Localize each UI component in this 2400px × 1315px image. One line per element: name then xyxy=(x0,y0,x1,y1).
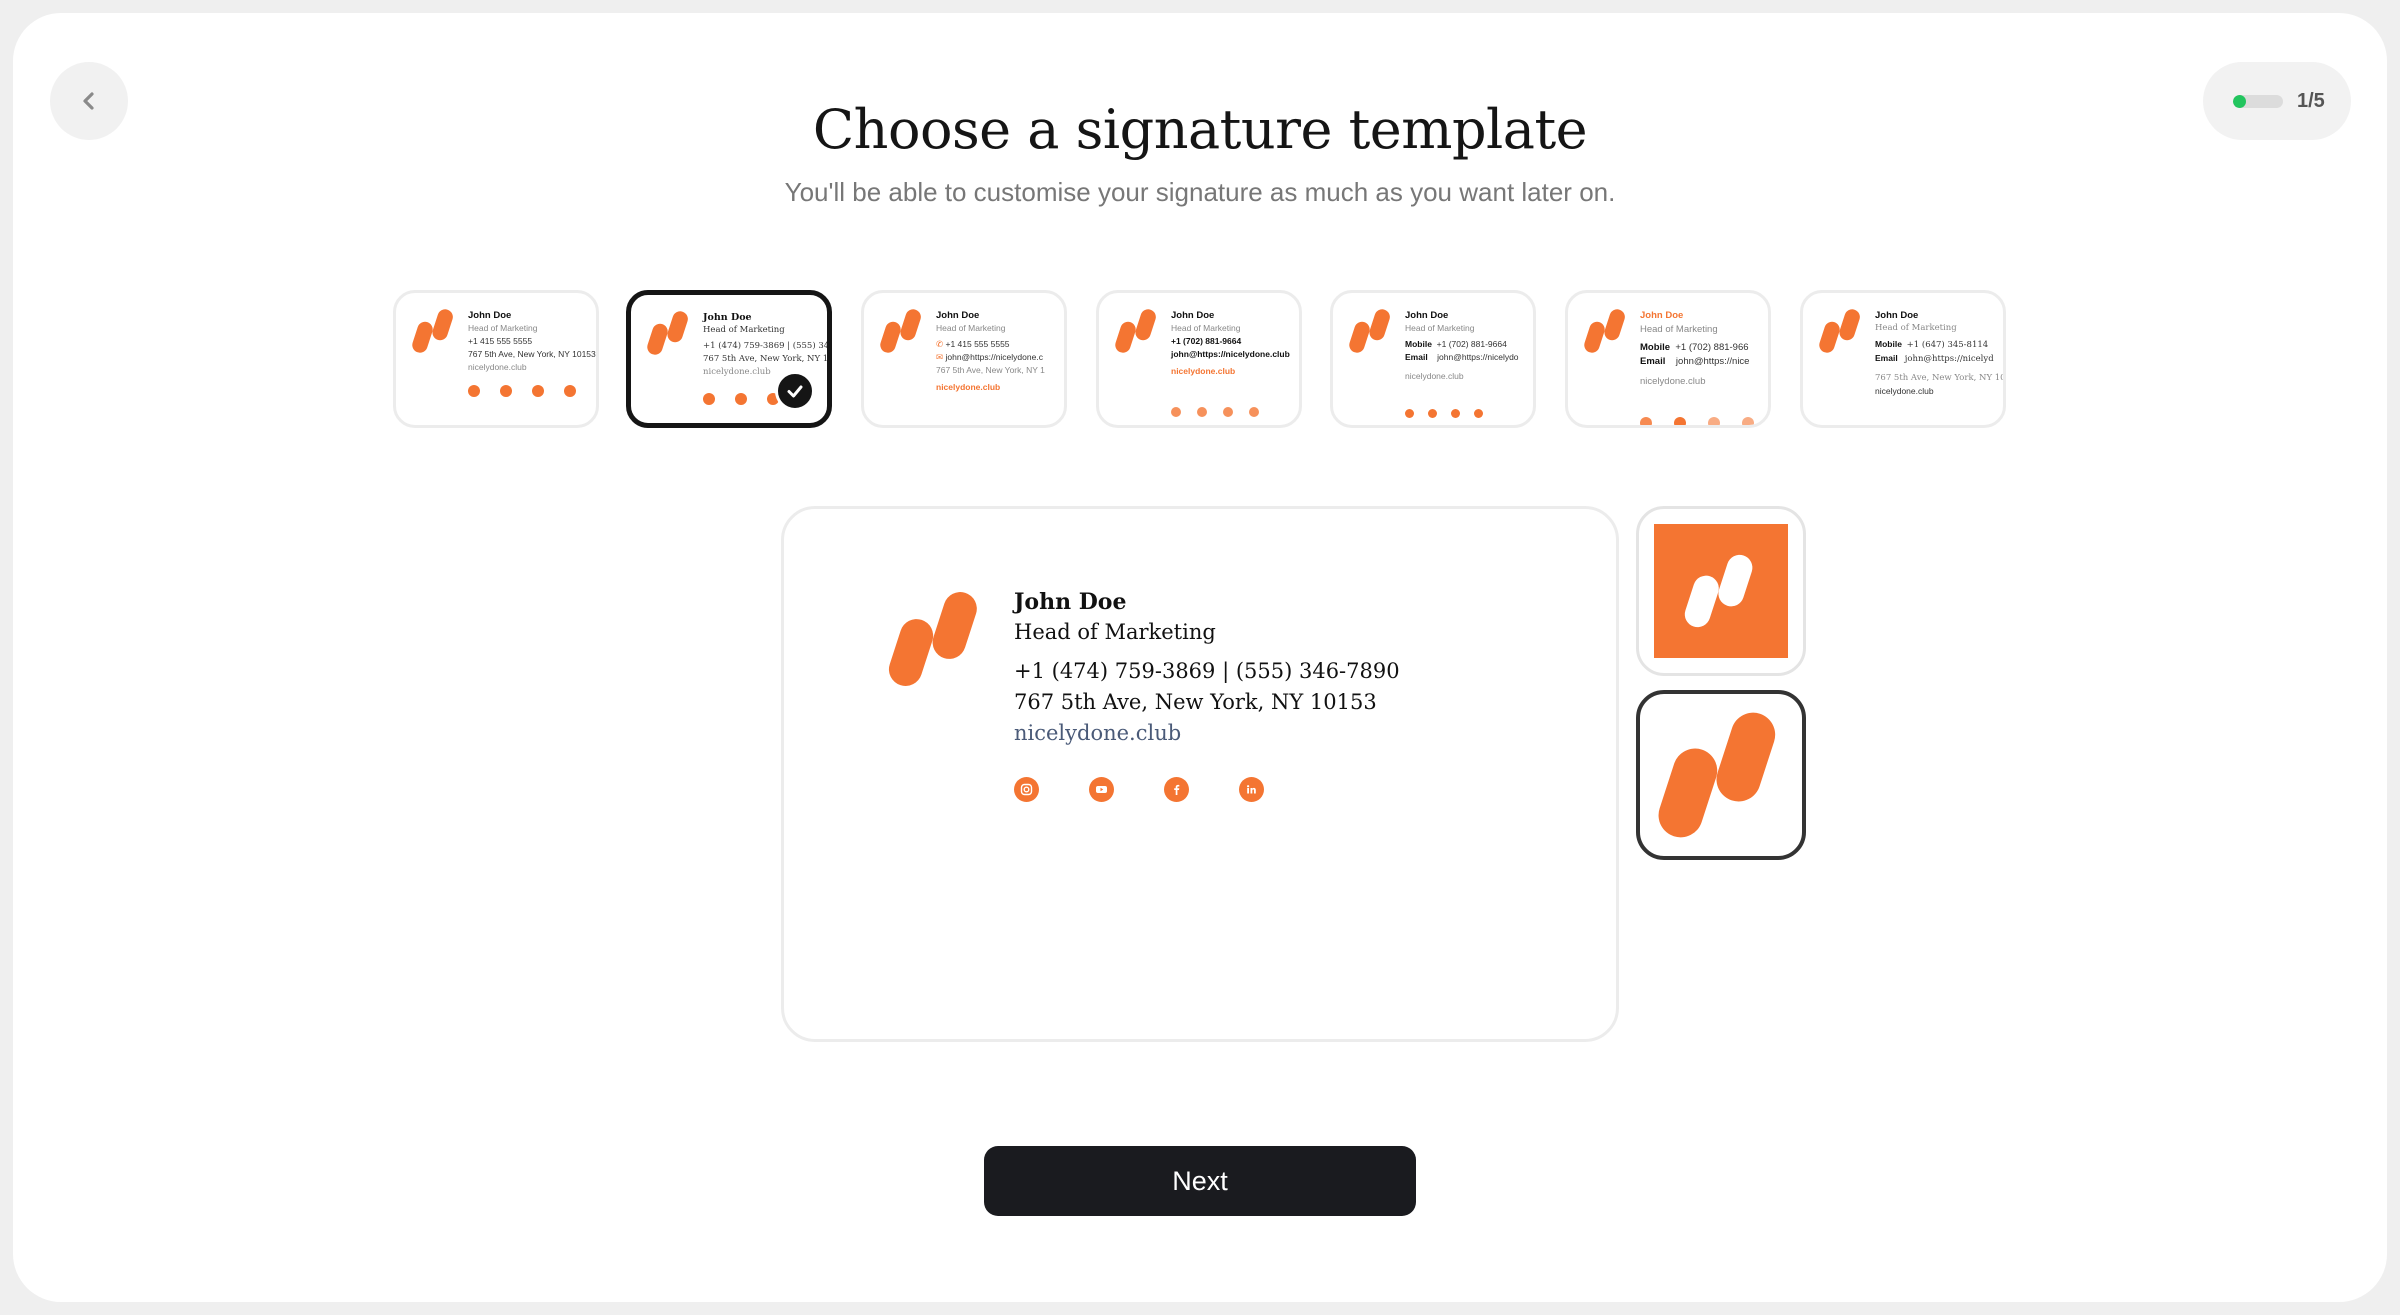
linkedin-icon[interactable] xyxy=(1239,777,1264,802)
brand-logo-icon xyxy=(1819,309,1860,353)
signature-address: 767 5th Ave, New York, NY 10153 xyxy=(1014,690,1377,714)
template-list: John Doe Head of Marketing +1 415 555 55… xyxy=(393,290,2007,428)
youtube-icon[interactable] xyxy=(1089,777,1114,802)
brand-logo-icon xyxy=(1349,309,1390,353)
logo-option-plain[interactable] xyxy=(1636,690,1806,860)
signature-text: John Doe Head of Marketing +1 (474) 759-… xyxy=(1014,589,1400,749)
social-dots xyxy=(468,385,576,397)
template-card-7[interactable]: John Doe Head of Marketing Mobile +1 (64… xyxy=(1800,290,2006,428)
next-button[interactable]: Next xyxy=(984,1146,1416,1216)
brand-logo-icon xyxy=(412,309,453,353)
template-card-5[interactable]: John Doe Head of Marketing Mobile +1 (70… xyxy=(1330,290,1536,428)
template-text: John Doe Head of Marketing Mobile +1 (70… xyxy=(1640,310,1750,387)
template-card-1[interactable]: John Doe Head of Marketing +1 415 555 55… xyxy=(393,290,599,428)
logo-square-orange xyxy=(1654,524,1788,658)
template-text: John Doe Head of Marketing ✆ +1 415 555 … xyxy=(936,310,1045,392)
social-icons xyxy=(1014,777,1264,802)
template-card-3[interactable]: John Doe Head of Marketing ✆ +1 415 555 … xyxy=(861,290,1067,428)
template-card-4[interactable]: John Doe Head of Marketing +1 (702) 881-… xyxy=(1096,290,1302,428)
signature-role: Head of Marketing xyxy=(1014,620,1216,644)
template-card-6[interactable]: John Doe Head of Marketing Mobile +1 (70… xyxy=(1565,290,1771,428)
brand-logo-icon xyxy=(1584,309,1625,353)
page-title: Choose a signature template xyxy=(812,98,1588,161)
logo-option-square[interactable] xyxy=(1636,506,1806,676)
social-dots xyxy=(1640,417,1754,425)
brand-logo-icon xyxy=(880,309,921,353)
selected-check-icon xyxy=(775,371,815,411)
template-card-2[interactable]: John Doe Head of Marketing +1 (474) 759-… xyxy=(626,290,832,428)
page-subtitle: You'll be able to customise your signatu… xyxy=(784,177,1616,207)
facebook-icon[interactable] xyxy=(1164,777,1189,802)
signature-phone: +1 (474) 759-3869 | (555) 346-7890 xyxy=(1014,659,1400,683)
template-text: John Doe Head of Marketing +1 (702) 881-… xyxy=(1171,310,1290,376)
brand-logo-icon xyxy=(1115,309,1156,353)
social-dots xyxy=(1171,407,1259,417)
template-text: John Doe Head of Marketing +1 415 555 55… xyxy=(468,310,596,372)
brand-logo-icon xyxy=(888,592,977,686)
social-dots xyxy=(703,393,779,405)
signature-name: John Doe xyxy=(1014,589,1127,615)
brand-logo-icon xyxy=(647,311,688,355)
brand-logo-icon xyxy=(1684,554,1753,628)
template-text: John Doe Head of Marketing Mobile +1 (70… xyxy=(1405,310,1519,381)
brand-logo-icon xyxy=(1658,712,1776,838)
signature-preview: John Doe Head of Marketing +1 (474) 759-… xyxy=(781,506,1619,1042)
template-text: John Doe Head of Marketing Mobile +1 (64… xyxy=(1875,310,2006,396)
template-text: John Doe Head of Marketing +1 (474) 759-… xyxy=(703,312,832,377)
instagram-icon[interactable] xyxy=(1014,777,1039,802)
social-dots xyxy=(1405,409,1483,418)
signature-website: nicelydone.club xyxy=(1014,721,1182,745)
